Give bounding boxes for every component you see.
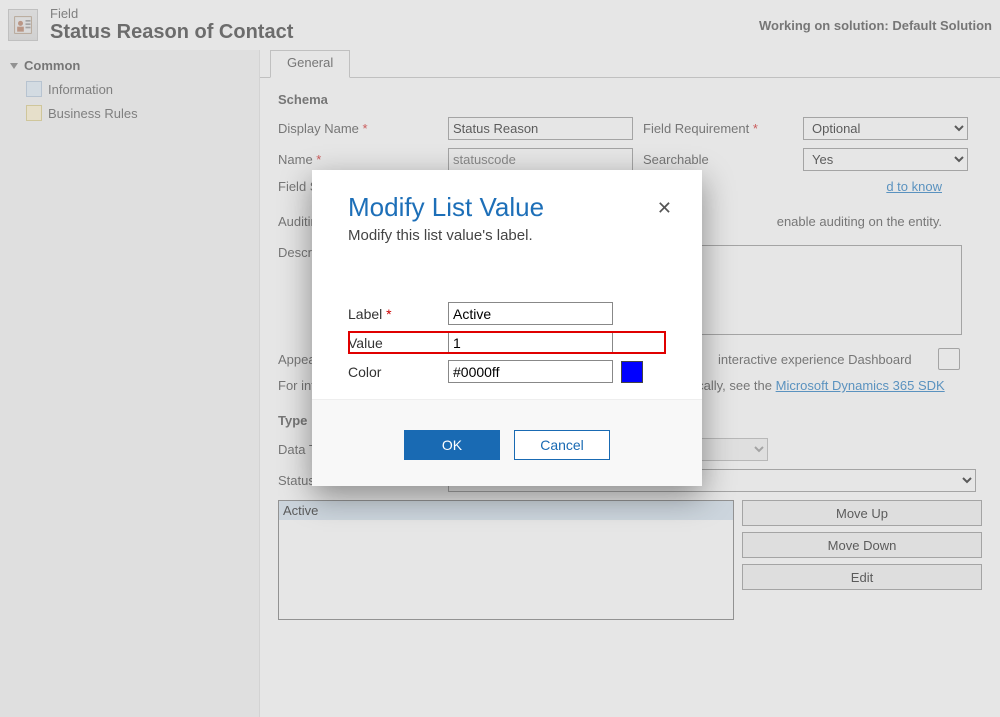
- dialog-color-input[interactable]: [448, 360, 613, 383]
- cancel-button[interactable]: Cancel: [514, 430, 610, 460]
- dialog-subtitle: Modify this list value's label.: [348, 227, 666, 244]
- close-icon[interactable]: ✕: [657, 198, 672, 219]
- dialog-value-label: Value: [348, 335, 448, 351]
- color-swatch[interactable]: [621, 361, 643, 383]
- dialog-value-input[interactable]: [448, 331, 613, 354]
- dialog-title: Modify List Value: [348, 192, 666, 223]
- modify-list-value-dialog: ✕ Modify List Value Modify this list val…: [312, 170, 702, 486]
- dialog-label-label: Label: [348, 306, 448, 322]
- dialog-color-label: Color: [348, 364, 448, 380]
- ok-button[interactable]: OK: [404, 430, 500, 460]
- dialog-label-input[interactable]: [448, 302, 613, 325]
